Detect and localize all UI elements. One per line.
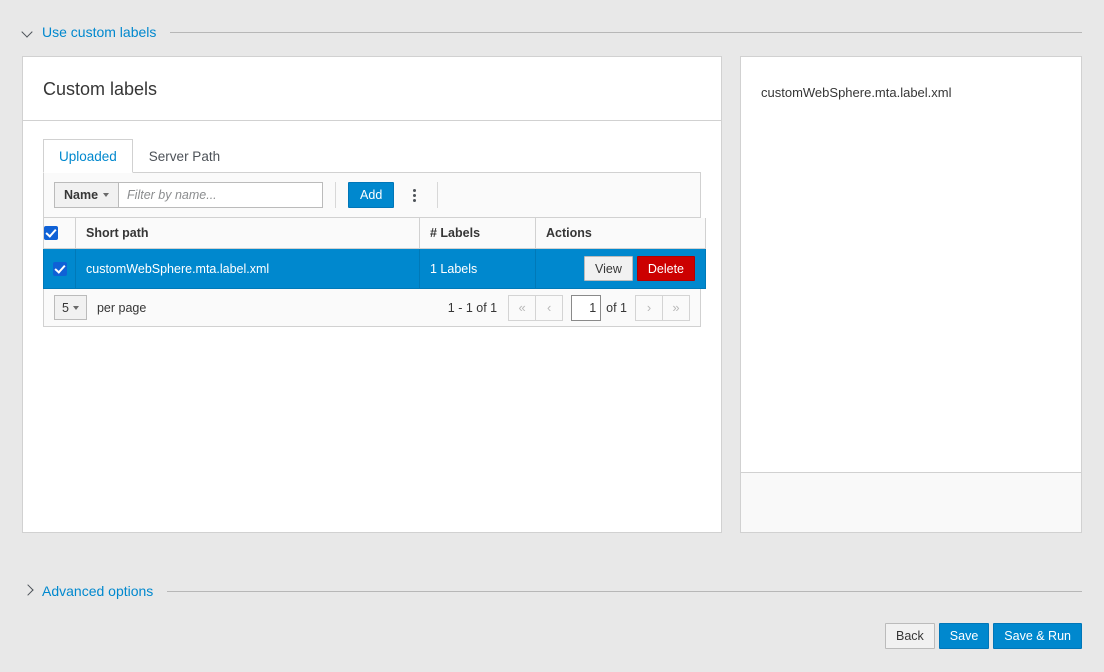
next-page-icon[interactable]: › [635,294,663,321]
save-and-run-button[interactable]: Save & Run [993,623,1082,649]
table-toolbar: Name Add [43,173,701,218]
form-footer: Back Save Save & Run [0,623,1104,649]
row-action-group: View Delete [546,256,695,281]
pagination-controls: 1 - 1 of 1 « ‹ of 1 › » [447,294,690,321]
section-divider-advanced [167,590,1082,592]
delete-button[interactable]: Delete [636,256,695,281]
view-button[interactable]: View [583,256,633,281]
tab-uploaded[interactable]: Uploaded [43,139,133,173]
pagination-bar: 5 per page 1 - 1 of 1 « ‹ of 1 › » [43,289,701,327]
filter-group: Name [54,182,324,208]
add-button[interactable]: Add [348,182,395,208]
cell-short-path[interactable]: customWebSphere.mta.label.xml [75,248,420,289]
select-all-cell [43,218,76,249]
label-preview-panel: customWebSphere.mta.label.xml [740,56,1082,533]
per-page-value: 5 [62,300,69,315]
card-body: Uploaded Server Path Name Add [23,121,721,327]
column-labels-count[interactable]: # Labels [419,218,536,249]
kebab-vertical-icon[interactable] [403,182,425,208]
save-button[interactable]: Save [938,623,990,649]
table-header: Short path # Labels Actions [43,218,706,249]
filter-field-label: Name [64,188,99,202]
custom-labels-card: Custom labels Uploaded Server Path Name … [22,56,722,533]
preview-file-name: customWebSphere.mta.label.xml [761,85,952,100]
chevron-down-icon [22,26,34,38]
first-page-icon[interactable]: « [508,294,537,321]
cell-labels-count: 1 Labels [419,248,536,289]
preview-body: customWebSphere.mta.label.xml [741,57,1081,472]
last-page-icon[interactable]: » [662,294,690,321]
toolbar-divider-2 [437,182,439,208]
section-divider [170,31,1082,33]
tab-server-path[interactable]: Server Path [133,139,236,173]
section-header-advanced-options[interactable]: Advanced options [0,579,1104,603]
section-label-use-custom-labels[interactable]: Use custom labels [42,24,156,40]
filter-field-dropdown[interactable]: Name [54,182,119,208]
page-number-input[interactable] [571,294,602,321]
table-body: customWebSphere.mta.label.xml 1 Labels V… [43,248,706,289]
per-page-label: per page [96,300,147,315]
column-short-path[interactable]: Short path [75,218,420,249]
chevron-down-icon [72,305,79,310]
total-pages-label: of 1 [606,300,627,315]
toolbar-divider [335,182,337,208]
table-header-row: Short path # Labels Actions [43,218,706,249]
chevron-right-icon [22,585,34,597]
back-button[interactable]: Back [884,623,935,649]
tab-list: Uploaded Server Path [43,139,701,173]
select-all-checkbox[interactable] [44,226,58,241]
pagination-range: 1 - 1 of 1 [447,300,498,315]
cell-actions: View Delete [535,248,706,289]
custom-labels-table: Short path # Labels Actions customWebSph… [43,218,706,289]
table-row[interactable]: customWebSphere.mta.label.xml 1 Labels V… [43,248,706,289]
main-content: Custom labels Uploaded Server Path Name … [0,56,1104,533]
per-page-dropdown[interactable]: 5 [54,295,87,320]
page-title: Custom labels [23,57,721,121]
row-select-cell [43,248,76,289]
column-actions: Actions [535,218,706,249]
prev-page-icon[interactable]: ‹ [535,294,564,321]
row-checkbox[interactable] [52,261,67,276]
filter-input[interactable] [118,182,324,208]
preview-footer [741,472,1081,532]
chevron-down-icon [103,193,110,197]
section-label-advanced-options[interactable]: Advanced options [42,583,153,599]
section-header-use-custom-labels[interactable]: Use custom labels [0,20,1104,44]
